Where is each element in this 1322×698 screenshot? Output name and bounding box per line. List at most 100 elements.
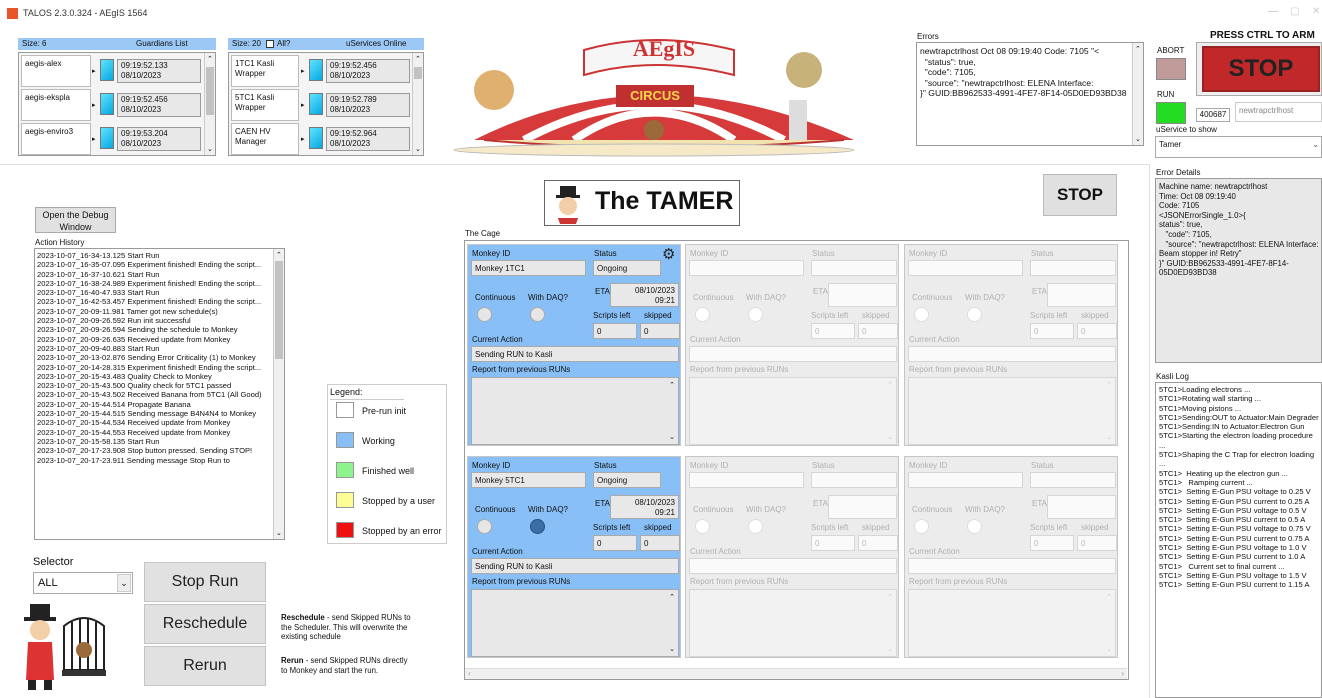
guardians-scrollbar[interactable]: ⌃ ⌄ <box>204 53 215 155</box>
selector-label: Selector <box>33 556 74 568</box>
report-box[interactable]: ⌃ ⌄ <box>908 377 1116 445</box>
close-icon[interactable]: ✕ <box>1312 6 1320 17</box>
scripts-left-field: 0 <box>811 535 855 551</box>
continuous-led[interactable] <box>695 307 710 322</box>
error-details-text: Machine name: newtrapctrlhost Time: Oct … <box>1159 182 1319 278</box>
guardians-header: Size: 6 Guardians List <box>18 38 216 50</box>
monkey-card-empty[interactable]: Monkey ID Status Continuous With DAQ? ET… <box>685 244 899 446</box>
with-daq-label: With DAQ? <box>746 505 787 514</box>
reschedule-button[interactable]: Reschedule <box>144 604 266 644</box>
report-box[interactable]: ⌃ ⌄ <box>908 589 1116 657</box>
report-box[interactable]: ⌃ ⌄ <box>689 589 897 657</box>
eta-label: ETA <box>595 499 610 508</box>
guardians-size: Size: 6 <box>22 39 47 48</box>
with-daq-led[interactable] <box>967 519 982 534</box>
with-daq-led[interactable] <box>530 307 545 322</box>
action-history-text: 2023-10-07_16-34-13.125 Start Run 2023-1… <box>37 251 262 465</box>
legend-title: Legend: <box>330 387 404 400</box>
skipped-field: 0 <box>640 323 680 339</box>
scripts-left-field: 0 <box>811 323 855 339</box>
chevron-down-icon: ⌄ <box>117 574 131 592</box>
continuous-led[interactable] <box>477 519 492 534</box>
monkey-card-5tc1[interactable]: Monkey ID Status Monkey 5TC1 Ongoing Con… <box>467 456 681 658</box>
legend-swatch-error-stop <box>336 522 354 538</box>
continuous-led[interactable] <box>914 519 929 534</box>
uservices-scrollbar[interactable]: ⌃ ⌄ <box>412 53 423 155</box>
continuous-led[interactable] <box>695 519 710 534</box>
tamer-title: The TAMER <box>595 187 734 215</box>
scripts-left-field: 0 <box>593 323 637 339</box>
ringmaster-icon <box>556 186 580 224</box>
continuous-label: Continuous <box>475 293 516 302</box>
monkey-id-field: Monkey 1TC1 <box>471 260 586 276</box>
legend-swatch-user-stop <box>336 492 354 508</box>
current-action-label: Current Action <box>690 335 741 344</box>
debug-window-button[interactable]: Open the Debug Window <box>35 207 116 233</box>
eta-field: 08/10/2023 09:21 <box>610 495 679 519</box>
errors-box[interactable]: newtrapctrlhost Oct 08 09:19:40 Code: 71… <box>916 42 1144 146</box>
uservice-select[interactable]: Tamer ⌄ <box>1155 136 1322 158</box>
monkey-card-empty[interactable]: Monkey ID Status Continuous With DAQ? ET… <box>904 456 1118 658</box>
rerun-button[interactable]: Rerun <box>144 646 266 686</box>
main-stop-button[interactable]: STOP <box>1202 46 1320 92</box>
uservice-time: 09:19:52.789 08/10/2023 <box>326 93 410 117</box>
selector-dropdown[interactable]: ALL ⌄ <box>33 572 133 594</box>
stop-run-button[interactable]: Stop Run <box>144 562 266 602</box>
monkey-card-empty[interactable]: Monkey ID Status Continuous With DAQ? ET… <box>685 456 899 658</box>
uservice-time: 09:19:52.456 08/10/2023 <box>326 59 410 83</box>
abort-indicator <box>1156 58 1186 80</box>
with-daq-led[interactable] <box>530 519 545 534</box>
guardians-list[interactable]: aegis-alex ▸ 09:19:52.133 08/10/2023 aegi… <box>18 52 216 156</box>
error-details-box[interactable]: Machine name: newtrapctrlhost Time: Oct … <box>1155 178 1322 363</box>
tamer-stop-button[interactable]: STOP <box>1043 174 1117 216</box>
legend-label: Stopped by an error <box>362 526 442 536</box>
app-title: TALOS 2.3.0.324 - AEgIS 1564 <box>23 8 148 18</box>
status-field <box>1030 472 1116 488</box>
legend-label: Stopped by a user <box>362 496 436 506</box>
with-daq-led[interactable] <box>748 307 763 322</box>
continuous-label: Continuous <box>693 505 734 514</box>
action-history-box[interactable]: 2023-10-07_16-34-13.125 Start Run 2023-1… <box>34 248 285 540</box>
legend-swatch-working <box>336 432 354 448</box>
continuous-label: Continuous <box>912 293 953 302</box>
rerun-help: Rerun - send Skipped RUNs directly to Mo… <box>281 656 411 675</box>
uservices-size: Size: 20 <box>232 39 261 48</box>
uservices-list[interactable]: 1TC1 Kasli Wrapper ▸ 09:19:52.456 08/10/2… <box>228 52 424 156</box>
kasli-log-box[interactable]: 5TC1>Loading electrons ... 5TC1>Rotating… <box>1155 382 1322 698</box>
run-label: RUN <box>1157 90 1175 99</box>
report-box[interactable]: ⌃ ⌄ <box>471 377 679 445</box>
with-daq-led[interactable] <box>967 307 982 322</box>
uservice-select-value: Tamer <box>1159 140 1182 149</box>
report-box[interactable]: ⌃ ⌄ <box>471 589 679 657</box>
monkey-card-empty[interactable]: Monkey ID Status Continuous With DAQ? ET… <box>904 244 1118 446</box>
continuous-led[interactable] <box>914 307 929 322</box>
action-history-scrollbar[interactable]: ⌃ ⌄ <box>273 249 284 539</box>
monkey-id-label: Monkey ID <box>690 249 729 258</box>
eta-label: ETA <box>595 287 610 296</box>
skipped-field: 0 <box>858 535 898 551</box>
cage-horizontal-scrollbar[interactable]: ‹ › <box>465 668 1127 679</box>
current-action-field <box>908 346 1116 362</box>
eta-label: ETA <box>813 287 828 296</box>
cage-label: The Cage <box>465 229 501 238</box>
with-daq-label: With DAQ? <box>528 505 569 514</box>
all-checkbox[interactable] <box>266 40 274 48</box>
chevron-down-icon: ⌄ <box>1312 140 1319 149</box>
monkey-card-1tc1[interactable]: Monkey ID Status ⚙ Monkey 1TC1 Ongoing C… <box>467 244 681 446</box>
with-daq-led[interactable] <box>748 519 763 534</box>
status-indicator <box>309 59 323 81</box>
with-daq-label: With DAQ? <box>965 293 1006 302</box>
monkey-id-label: Monkey ID <box>472 461 511 470</box>
uservice-name-cell: CAEN HV Manager <box>231 123 299 155</box>
report-box[interactable]: ⌃ ⌄ <box>689 377 897 445</box>
reschedule-help: Reschedule - send Skipped RUNs to the Sc… <box>281 613 411 642</box>
current-action-field: Sending RUN to Kasli <box>471 346 679 362</box>
current-action-field <box>908 558 1116 574</box>
minimize-icon[interactable]: — <box>1268 6 1278 17</box>
current-action-field <box>689 346 897 362</box>
continuous-led[interactable] <box>477 307 492 322</box>
continuous-label: Continuous <box>475 505 516 514</box>
errors-scrollbar[interactable]: ⌃ ⌄ <box>1132 43 1143 145</box>
maximize-icon[interactable]: ▢ <box>1290 6 1299 17</box>
status-indicator <box>309 93 323 115</box>
